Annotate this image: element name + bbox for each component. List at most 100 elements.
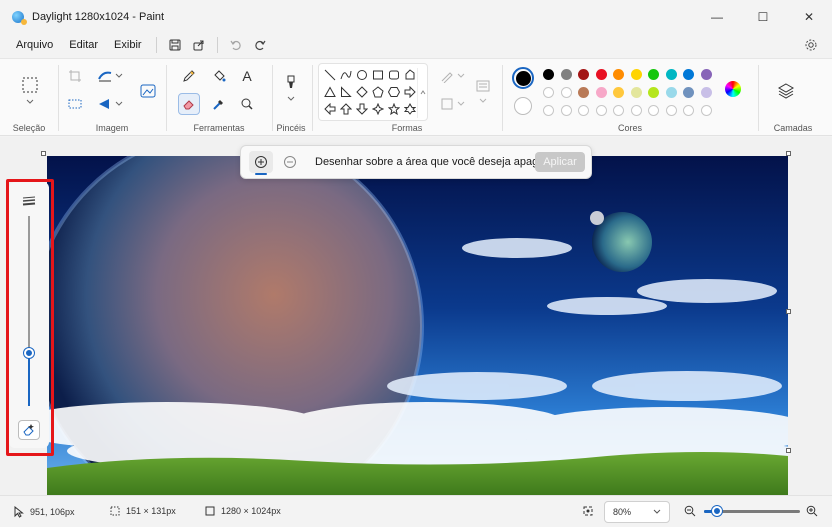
custom-color-slot[interactable] [543, 105, 554, 116]
undo-icon[interactable] [224, 35, 248, 55]
menu-view[interactable]: Exibir [106, 39, 150, 51]
palette-color-swatch[interactable] [613, 69, 624, 80]
selection-dropdown-chevron-icon[interactable] [19, 95, 41, 109]
palette-color-swatch[interactable] [683, 69, 694, 80]
custom-color-slot[interactable] [595, 105, 607, 116]
rectangle-shape-icon[interactable] [371, 68, 385, 82]
palette-color-swatch[interactable] [578, 69, 589, 80]
palette-color-swatch[interactable] [700, 87, 712, 98]
shape-fill-style-icon[interactable] [436, 93, 458, 115]
pentagon-shape-icon[interactable] [371, 85, 385, 99]
custom-color-slot[interactable] [630, 105, 642, 116]
brush-icon[interactable] [280, 71, 302, 93]
fit-to-window-icon[interactable] [582, 505, 594, 517]
palette-color-swatch[interactable] [543, 69, 554, 80]
resize-handle-bottom-right[interactable] [786, 448, 791, 453]
down-arrow-shape-icon[interactable] [355, 102, 369, 116]
redo-icon[interactable] [248, 35, 272, 55]
shape-fill-icon[interactable] [474, 75, 492, 97]
rotate-dropdown-chevron-icon[interactable] [114, 93, 124, 115]
curve-shape-icon[interactable] [339, 68, 353, 82]
edit-colors-wheel-icon[interactable] [725, 81, 741, 97]
rounded-rectangle-shape-icon[interactable] [387, 68, 401, 82]
six-point-star-shape-icon[interactable] [403, 102, 417, 116]
add-area-button[interactable] [249, 151, 273, 175]
palette-color-swatch[interactable] [595, 69, 607, 80]
brush-dropdown-chevron-icon[interactable] [280, 93, 302, 105]
right-arrow-shape-icon[interactable] [403, 85, 417, 99]
size-dropdown-chevron-icon[interactable] [474, 95, 492, 107]
remove-area-button[interactable] [278, 151, 302, 173]
menu-edit[interactable]: Editar [61, 39, 106, 51]
shape-outline-icon[interactable] [436, 65, 458, 87]
zoom-slider-thumb[interactable] [712, 506, 723, 516]
resize-icon[interactable] [94, 65, 116, 87]
up-arrow-shape-icon[interactable] [339, 102, 353, 116]
four-point-star-shape-icon[interactable] [371, 102, 385, 116]
close-button[interactable]: ✕ [786, 0, 832, 34]
custom-color-slot[interactable] [683, 105, 694, 116]
layers-icon[interactable] [774, 79, 798, 103]
line-shape-icon[interactable] [323, 68, 337, 82]
five-point-star-shape-icon[interactable] [387, 102, 401, 116]
settings-gear-icon[interactable] [802, 36, 820, 54]
share-icon[interactable] [187, 35, 211, 55]
palette-color-swatch[interactable] [578, 87, 589, 98]
custom-color-slot[interactable] [578, 105, 589, 116]
custom-color-slot[interactable] [560, 105, 572, 116]
palette-color-swatch[interactable] [683, 87, 694, 98]
right-triangle-shape-icon[interactable] [339, 85, 353, 99]
apply-button[interactable]: Aplicar [535, 152, 585, 172]
triangle-shape-icon[interactable] [323, 85, 337, 99]
resize-dropdown-chevron-icon[interactable] [114, 65, 124, 87]
custom-color-slot[interactable] [543, 87, 554, 98]
polygon-shape-icon[interactable] [403, 68, 417, 82]
image-generator-icon[interactable] [136, 79, 160, 103]
shapes-scroll-icon[interactable] [417, 68, 427, 118]
palette-color-swatch[interactable] [665, 69, 677, 80]
palette-color-swatch[interactable] [648, 69, 659, 80]
custom-color-slot[interactable] [665, 105, 677, 116]
palette-color-swatch[interactable] [700, 69, 712, 80]
resize-handle-top-right[interactable] [786, 151, 791, 156]
canvas-image[interactable] [47, 156, 788, 495]
diamond-shape-icon[interactable] [355, 85, 369, 99]
palette-color-swatch[interactable] [648, 87, 659, 98]
outline-dropdown-chevron-icon[interactable] [456, 65, 466, 87]
resize-handle-top-left[interactable] [41, 151, 46, 156]
zoom-in-icon[interactable] [806, 505, 818, 517]
menu-file[interactable]: Arquivo [8, 39, 61, 51]
minimize-button[interactable]: — [694, 0, 740, 34]
zoom-level-dropdown[interactable]: 80% [604, 501, 670, 523]
pencil-icon[interactable] [178, 65, 200, 87]
palette-color-swatch[interactable] [630, 87, 642, 98]
zoom-out-icon[interactable] [684, 505, 696, 517]
custom-color-slot[interactable] [613, 105, 624, 116]
custom-color-slot[interactable] [700, 105, 712, 116]
secondary-color-swatch[interactable] [514, 97, 532, 115]
left-arrow-shape-icon[interactable] [323, 102, 337, 116]
color-picker-icon[interactable] [208, 93, 230, 115]
palette-color-swatch[interactable] [560, 69, 572, 80]
resize-handle-right[interactable] [786, 309, 791, 314]
selection-rectangle-icon[interactable] [18, 73, 42, 97]
hexagon-shape-icon[interactable] [387, 85, 401, 99]
crop-icon[interactable] [64, 65, 86, 87]
text-tool-icon[interactable]: A [236, 65, 258, 87]
fill-bucket-icon[interactable] [208, 65, 230, 87]
custom-color-slot[interactable] [648, 105, 659, 116]
oval-shape-icon[interactable] [355, 68, 369, 82]
palette-color-swatch[interactable] [665, 87, 677, 98]
custom-color-slot[interactable] [560, 87, 572, 98]
fill-dropdown-chevron-icon[interactable] [456, 93, 466, 115]
maximize-button[interactable]: ☐ [740, 0, 786, 34]
rotate-flip-icon[interactable] [94, 93, 116, 115]
primary-color-swatch[interactable] [512, 67, 534, 89]
save-icon[interactable] [163, 35, 187, 55]
magnifier-icon[interactable] [236, 93, 258, 115]
eraser-icon[interactable] [178, 93, 200, 115]
image-effects-icon[interactable] [64, 93, 86, 115]
palette-color-swatch[interactable] [613, 87, 624, 98]
palette-color-swatch[interactable] [630, 69, 642, 80]
palette-color-swatch[interactable] [595, 87, 607, 98]
